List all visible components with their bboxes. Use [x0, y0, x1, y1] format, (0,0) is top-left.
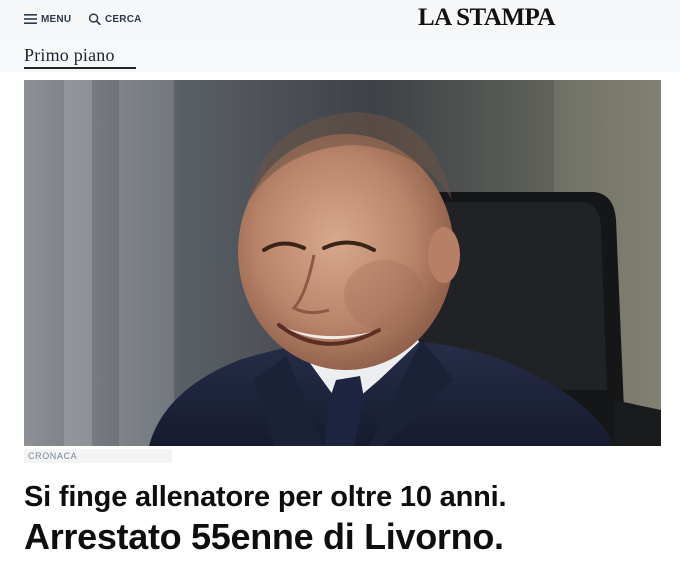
- section-underline: [24, 67, 136, 69]
- top-navigation-bar: MENU CERCA LA STAMPA: [0, 0, 680, 39]
- site-logo[interactable]: LA STAMPA: [418, 4, 555, 32]
- article-category[interactable]: CRONACA: [24, 449, 172, 463]
- hero-photo-illustration: [24, 80, 661, 446]
- headline-line-2: Arrestato 55enne di Livorno.: [24, 516, 504, 557]
- menu-icon: [24, 14, 37, 24]
- search-button[interactable]: CERCA: [88, 10, 142, 28]
- search-icon: [88, 13, 101, 25]
- menu-label: MENU: [41, 13, 72, 25]
- headline-line-1: Si finge allenatore per oltre 10 anni.: [24, 481, 507, 513]
- search-label: CERCA: [105, 13, 142, 25]
- menu-button[interactable]: MENU: [24, 10, 71, 28]
- article-page: MENU CERCA LA STAMPA Primo piano CRONACA…: [0, 0, 680, 583]
- article-hero-image[interactable]: [24, 80, 661, 446]
- section-title[interactable]: Primo piano: [24, 45, 115, 66]
- article-headline[interactable]: Si finge allenatore per oltre 10 anni. A…: [24, 480, 664, 560]
